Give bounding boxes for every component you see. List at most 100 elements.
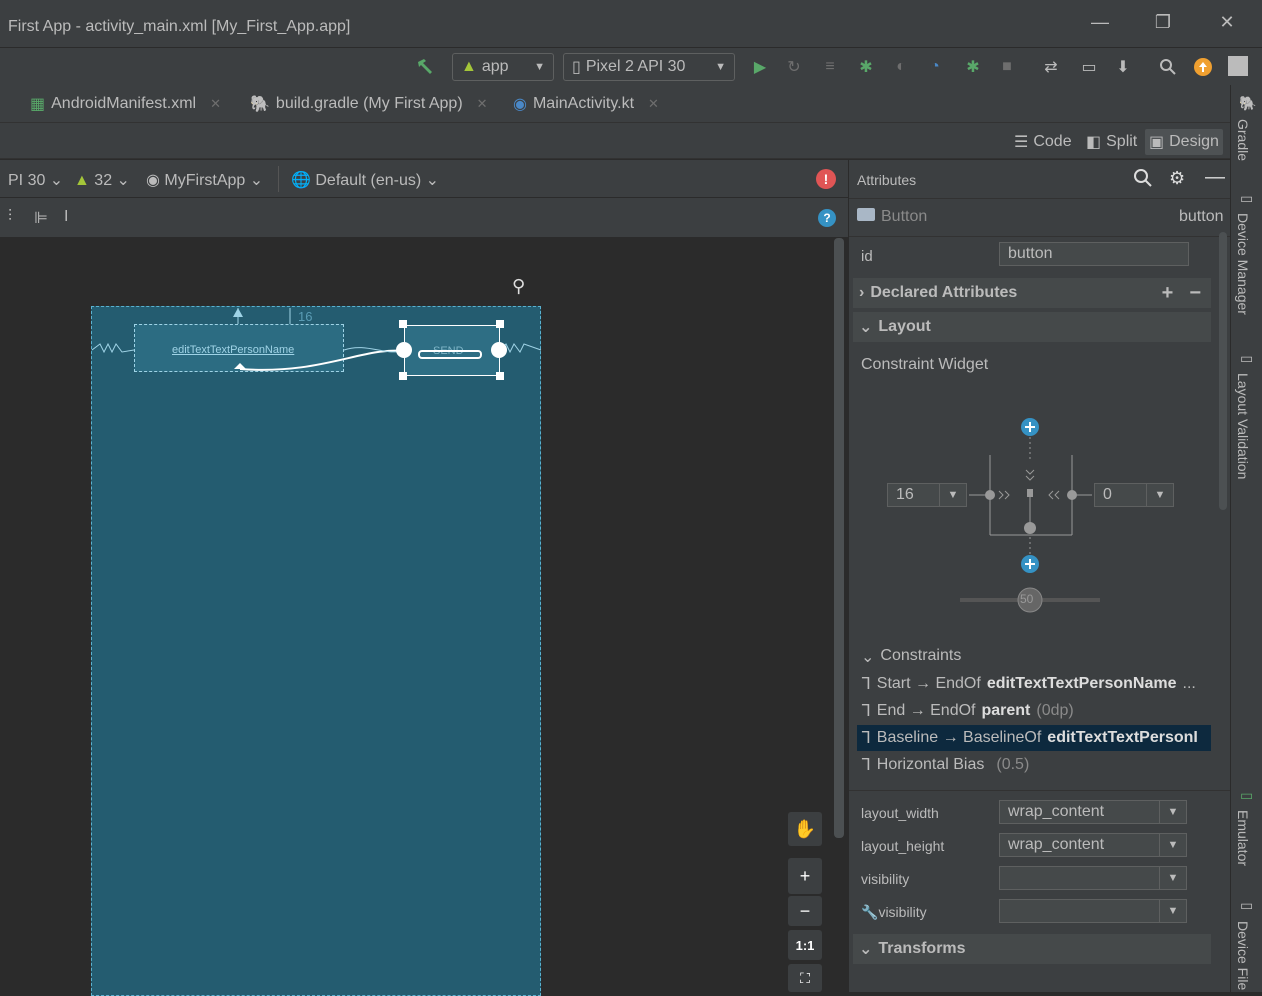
globe-icon: 🌐 — [291, 172, 311, 189]
margin-end-field[interactable]: 0 — [1094, 483, 1148, 507]
main-toolbar: ▲ app ▼ ▯ Pixel 2 API 30 ▼ ▶ ↻ ≡ ✱ ◐ ◔ ✱… — [0, 48, 1262, 85]
zoom-actual-button[interactable]: 1:1 — [788, 930, 822, 960]
visibility-field[interactable] — [999, 866, 1161, 890]
bias-value[interactable]: 50 — [1020, 592, 1033, 606]
device-dropdown[interactable]: ▯ Pixel 2 API 30 ▼ — [563, 53, 735, 81]
zoom-fit-icon[interactable]: ⛶ — [788, 964, 822, 992]
error-icon[interactable]: ! — [816, 169, 836, 189]
panel-title: Attributes — [857, 172, 917, 188]
design-mode-button[interactable]: ▣ Design — [1145, 129, 1223, 155]
guidelines-icon[interactable]: I — [64, 208, 68, 226]
update-icon[interactable] — [1192, 56, 1214, 78]
constraint-horizontal-bias[interactable]: ᒣ Horizontal Bias (0.5) — [857, 752, 1211, 778]
margin-end-dropdown[interactable]: ▼ — [1146, 483, 1174, 507]
api-dropdown[interactable]: PI 30 ⌄ — [8, 170, 63, 190]
transforms-section[interactable]: ⌄ Transforms — [853, 934, 1211, 964]
device-manager-tool[interactable]: Device Manager — [1235, 213, 1251, 315]
margin-start-field[interactable]: 16 — [887, 483, 941, 507]
attributes-panel: Attributes ⚙ — Button button id button ›… — [848, 160, 1231, 992]
locale-dropdown[interactable]: 🌐 Default (en-us) ⌄ — [291, 170, 439, 190]
restore-icon[interactable]: ❐ — [1148, 12, 1178, 33]
layout-height-field[interactable]: wrap_content — [999, 833, 1161, 857]
tools-visibility-field[interactable] — [999, 899, 1161, 923]
layout-height-label: layout_height — [861, 838, 945, 854]
close-tab-icon[interactable]: ✕ — [648, 96, 659, 112]
run-icon[interactable]: ▶ — [749, 56, 771, 78]
stop-icon[interactable]: ■ — [996, 56, 1018, 78]
zoom-in-button[interactable]: + — [788, 858, 822, 894]
device-manager-icon[interactable]: ▭ — [1078, 56, 1100, 78]
layout-width-label: layout_width — [861, 805, 939, 821]
editor-tabs: ▦ AndroidManifest.xml ✕ 🐘 build.gradle (… — [0, 85, 1230, 123]
add-attribute-icon[interactable]: + — [1162, 282, 1174, 305]
pan-hand-icon[interactable]: ✋ — [788, 812, 822, 846]
minimize-panel-icon[interactable]: — — [1205, 166, 1225, 189]
editor-mode-bar: ☰ Code ◧ Split ▣ Design — [0, 123, 1230, 159]
tab-main-activity[interactable]: ◉ MainActivity.kt ✕ — [513, 94, 659, 114]
button-widget-icon — [857, 208, 875, 221]
tools-visibility-dropdown[interactable]: ▼ — [1159, 899, 1187, 923]
align-icon[interactable]: ⫶ — [8, 208, 12, 226]
tab-build-gradle[interactable]: 🐘 build.gradle (My First App) ✕ — [250, 94, 488, 114]
constraints-section[interactable]: ⌄ Constraints — [861, 647, 961, 667]
debug-icon[interactable]: ✱ — [855, 56, 877, 78]
attributes-scrollbar[interactable] — [1219, 232, 1227, 510]
layout-section[interactable]: ⌄ Layout — [853, 312, 1211, 342]
constraint-widget[interactable]: 16 ▼ 0 ▼ 50 — [887, 412, 1187, 622]
gear-icon[interactable]: ⚙ — [1169, 168, 1185, 189]
gradle-sync-icon[interactable]: ⇄ — [1040, 56, 1062, 78]
run-config-dropdown[interactable]: ▲ app ▼ — [452, 53, 554, 81]
emulator-icon: ▭ — [1240, 787, 1254, 803]
emulator-tool[interactable]: Emulator — [1235, 810, 1251, 866]
minimize-icon[interactable]: — — [1085, 12, 1115, 33]
help-icon[interactable]: ? — [818, 209, 836, 227]
sdk-manager-icon[interactable]: ⬇ — [1112, 56, 1134, 78]
canvas-toolbar: PI 30 ⌄ ▲ 32 ⌄ ◉ MyFirstApp ⌄ 🌐 Default … — [0, 160, 848, 198]
chevron-down-icon: ▼ — [534, 61, 545, 73]
search-icon[interactable] — [1133, 168, 1153, 192]
constraint-end[interactable]: ᒣ End → EndOf parent (0dp) — [857, 698, 1211, 724]
api-level-dropdown[interactable]: ▲ 32 ⌄ — [74, 170, 130, 190]
constraint-lines — [92, 308, 542, 380]
layout-validation-tool[interactable]: Layout Validation — [1235, 373, 1251, 479]
id-field[interactable]: button — [999, 242, 1189, 266]
search-icon[interactable] — [1157, 56, 1179, 78]
remove-attribute-icon[interactable]: − — [1189, 282, 1201, 305]
tools-visibility-label: 🔧visibility — [861, 904, 927, 920]
constraint-baseline[interactable]: ᒣ Baseline → BaselineOf editTextTextPers… — [857, 725, 1211, 751]
margin-start-dropdown[interactable]: ▼ — [939, 483, 967, 507]
device-preview[interactable]: editTextTextPersonName 16 SEND — [91, 306, 542, 996]
pan-wrench-icon[interactable]: ⚲ — [512, 276, 525, 297]
zoom-out-button[interactable]: − — [788, 896, 822, 926]
canvas-scrollbar[interactable] — [834, 238, 844, 992]
profile-icon[interactable]: ◔ — [924, 56, 946, 78]
code-mode-button[interactable]: ☰ Code — [1010, 129, 1076, 155]
device-file-tool[interactable]: Device File — [1235, 921, 1251, 990]
baseline-align-icon[interactable]: ⊫ — [34, 208, 48, 228]
close-tab-icon[interactable]: ✕ — [210, 96, 221, 112]
build-hammer-icon[interactable] — [414, 56, 436, 78]
chevron-right-icon: › — [859, 284, 865, 301]
kotlin-file-icon: ◉ — [513, 96, 527, 113]
layout-height-dropdown[interactable]: ▼ — [1159, 833, 1187, 857]
device-file-icon: ▭ — [1240, 897, 1254, 913]
attach-icon[interactable]: ✱ — [962, 56, 984, 78]
gradle-tool[interactable]: Gradle — [1235, 119, 1251, 161]
declared-attributes-section[interactable]: › Declared Attributes + − — [853, 278, 1211, 308]
close-icon[interactable]: ✕ — [1212, 12, 1242, 33]
theme-dropdown[interactable]: ◉ MyFirstApp ⌄ — [146, 170, 263, 190]
apply-code-icon[interactable]: ≡ — [819, 56, 841, 78]
layout-width-dropdown[interactable]: ▼ — [1159, 800, 1187, 824]
id-label: id — [861, 248, 873, 265]
visibility-dropdown[interactable]: ▼ — [1159, 866, 1187, 890]
apply-changes-icon[interactable]: ↻ — [783, 56, 805, 78]
avatar[interactable] — [1228, 56, 1248, 76]
layout-width-field[interactable]: wrap_content — [999, 800, 1161, 824]
tab-android-manifest[interactable]: ▦ AndroidManifest.xml ✕ — [30, 94, 221, 114]
android-icon: ▲ — [74, 172, 90, 189]
attach-debugger-icon[interactable]: ◐ — [890, 56, 912, 78]
close-tab-icon[interactable]: ✕ — [477, 96, 488, 112]
split-mode-button[interactable]: ◧ Split — [1082, 129, 1141, 155]
gradle-icon: 🐘 — [1239, 95, 1257, 111]
constraint-start[interactable]: ᒣ Start → EndOf editTextTextPersonName .… — [857, 671, 1211, 697]
